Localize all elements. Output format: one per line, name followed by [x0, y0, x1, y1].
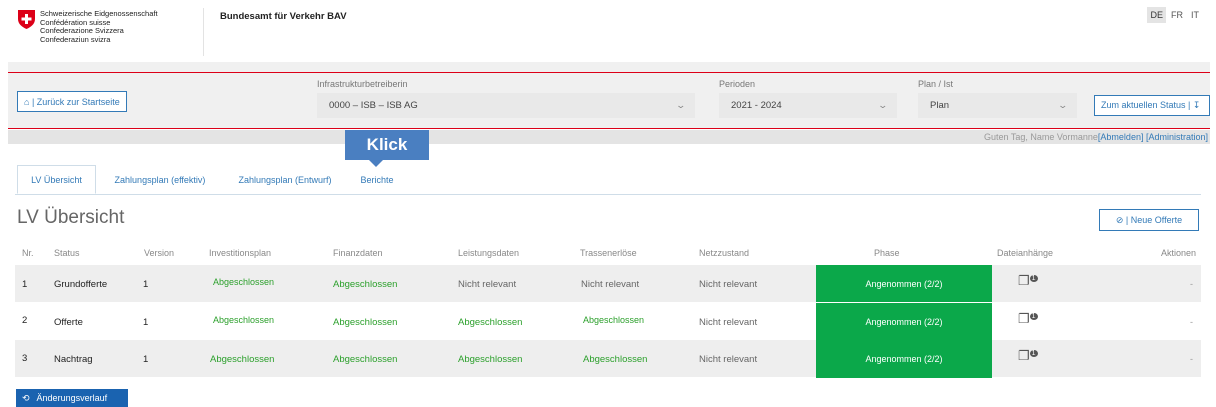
tab-berichte[interactable]: Berichte: [351, 165, 403, 194]
plan-value: Plan: [930, 100, 950, 111]
row-trassenerloese: Nicht relevant: [581, 279, 640, 290]
history-button[interactable]: ⟲ Änderungsverlauf: [16, 389, 128, 407]
row-netzzustand: Nicht relevant: [699, 354, 758, 365]
attachment-count: 1: [1029, 349, 1038, 357]
history-label: Änderungsverlauf: [36, 393, 108, 403]
row-status: Nachtrag: [54, 354, 93, 365]
row-netzzustand: Nicht relevant: [699, 317, 758, 328]
tab-zahlungsplan-entwurf[interactable]: Zahlungsplan (Entwurf): [227, 165, 343, 194]
row-netzzustand: Nicht relevant: [699, 279, 758, 290]
row-finanzdaten: Abgeschlossen: [333, 317, 398, 328]
plan-select[interactable]: Plan ⌄: [918, 93, 1077, 118]
new-offer-button[interactable]: ⊘ | Neue Offerte: [1099, 209, 1199, 231]
history-icon: ⟲: [22, 392, 30, 403]
greeting: Guten Tag, Name Vormanne[Abmelden] [Admi…: [984, 132, 1208, 142]
user-name: Name Vormanne: [1030, 132, 1098, 142]
header-strip: [8, 62, 1210, 72]
lang-it[interactable]: IT: [1188, 7, 1202, 23]
admin-link[interactable]: [Administration]: [1146, 132, 1208, 142]
eye-slash-icon: ⊘: [1115, 214, 1124, 225]
row-nr: 1: [22, 279, 28, 290]
col-header-investitionsplan: Investitionsplan: [209, 248, 272, 258]
chevron-down-icon: ⌄: [675, 100, 687, 110]
row-finanzdaten: Abgeschlossen: [333, 279, 398, 290]
row-status: Grundofferte: [54, 279, 108, 290]
phase-badge: Angenommen (2/2): [816, 265, 992, 302]
row-leistungsdaten: Abgeschlossen: [458, 354, 523, 365]
logout-link[interactable]: [Abmelden]: [1098, 132, 1144, 142]
infra-value: 0000 – ISB – ISB AG: [329, 100, 418, 111]
perioden-label: Perioden: [719, 79, 756, 89]
row-trassenerloese: Abgeschlossen: [583, 354, 648, 365]
attachment-count: 1: [1029, 274, 1038, 282]
back-label: | Zurück zur Startseite: [29, 96, 120, 107]
phase-badge: Angenommen (2/2): [816, 303, 992, 340]
tab-zahlungsplan-effektiv[interactable]: Zahlungsplan (effektiv): [101, 165, 219, 194]
row-version: 1: [143, 317, 149, 328]
perioden-select[interactable]: 2021 - 2024 ⌄: [719, 93, 897, 118]
phase-badge: Angenommen (2/2): [816, 340, 992, 378]
plan-label: Plan / Ist: [918, 79, 954, 89]
row-actions: -: [1190, 279, 1193, 289]
col-header-phase: Phase: [874, 248, 900, 258]
row-investitionsplan: Abgeschlossen: [213, 315, 275, 325]
table-row: 3 Nachtrag 1 Abgeschlossen Abgeschlossen…: [15, 340, 1201, 378]
table-row: 1 Grundofferte 1 Abgeschlossen Abgeschlo…: [15, 265, 1201, 302]
lang-de[interactable]: DE: [1147, 7, 1166, 23]
back-to-start-button[interactable]: ⌂ | Zurück zur Startseite: [17, 91, 127, 112]
col-header-aktionen: Aktionen: [1160, 248, 1196, 258]
header-divider: [203, 8, 204, 56]
col-header-leistungsdaten: Leistungsdaten: [458, 248, 520, 258]
col-header-finanzdaten: Finanzdaten: [333, 248, 383, 258]
row-actions: -: [1190, 317, 1193, 327]
lang-fr[interactable]: FR: [1168, 7, 1186, 23]
perioden-value: 2021 - 2024: [731, 100, 782, 111]
office-name: Bundesamt für Verkehr BAV: [220, 11, 347, 22]
col-header-netzzustand: Netzzustand: [699, 248, 750, 258]
click-tooltip: Klick: [345, 130, 429, 160]
row-status: Offerte: [54, 317, 83, 328]
row-trassenerloese: Abgeschlossen: [583, 315, 645, 325]
infra-select[interactable]: 0000 – ISB – ISB AG ⌄: [317, 93, 695, 118]
row-version: 1: [143, 354, 149, 365]
row-nr: 3: [22, 353, 28, 364]
page-title: LV Übersicht: [17, 207, 125, 228]
col-header-dateianhaenge: Dateianhänge: [997, 248, 1054, 258]
attachment-count: 1: [1029, 312, 1038, 320]
row-investitionsplan: Abgeschlossen: [213, 277, 275, 287]
row-leistungsdaten: Abgeschlossen: [458, 317, 523, 328]
infra-label: Infrastrukturbetreiberin: [317, 79, 408, 89]
attachment-icon[interactable]: ❐ 1: [1018, 311, 1038, 327]
chevron-down-icon: ⌄: [877, 100, 889, 110]
fed-line: Confederaziun svizra: [40, 34, 111, 44]
table-row: 2 Offerte 1 Abgeschlossen Abgeschlossen …: [15, 303, 1201, 340]
language-switcher: DE FR IT: [1145, 7, 1202, 23]
attachment-icon[interactable]: ❐ 1: [1018, 273, 1038, 289]
col-header-trassenerloese: Trassenerlöse: [580, 248, 637, 258]
current-status-button[interactable]: Zum aktuellen Status | ↧: [1094, 95, 1210, 116]
row-version: 1: [143, 279, 149, 290]
row-nr: 2: [22, 315, 28, 326]
row-finanzdaten: Abgeschlossen: [333, 354, 398, 365]
tab-lv-uebersicht[interactable]: LV Übersicht: [17, 165, 96, 194]
col-header-version: Version: [144, 248, 175, 258]
federation-names: Schweizerische Eidgenossenschaft Confédé…: [40, 9, 158, 44]
attachment-icon[interactable]: ❐ 1: [1018, 348, 1038, 364]
new-offer-label: | Neue Offerte: [1123, 215, 1183, 225]
swiss-coat-of-arms-icon: [18, 10, 35, 29]
row-leistungsdaten: Nicht relevant: [458, 279, 517, 290]
tab-bar: LV Übersicht Zahlungsplan (effektiv) Zah…: [15, 165, 1201, 195]
row-actions: -: [1190, 354, 1193, 364]
greeting-prefix: Guten Tag,: [984, 132, 1031, 142]
chevron-down-icon: ⌄: [1057, 100, 1069, 110]
row-investitionsplan: Abgeschlossen: [210, 354, 275, 365]
col-header-status: Status: [54, 248, 80, 258]
col-header-nr: Nr.: [22, 248, 34, 258]
